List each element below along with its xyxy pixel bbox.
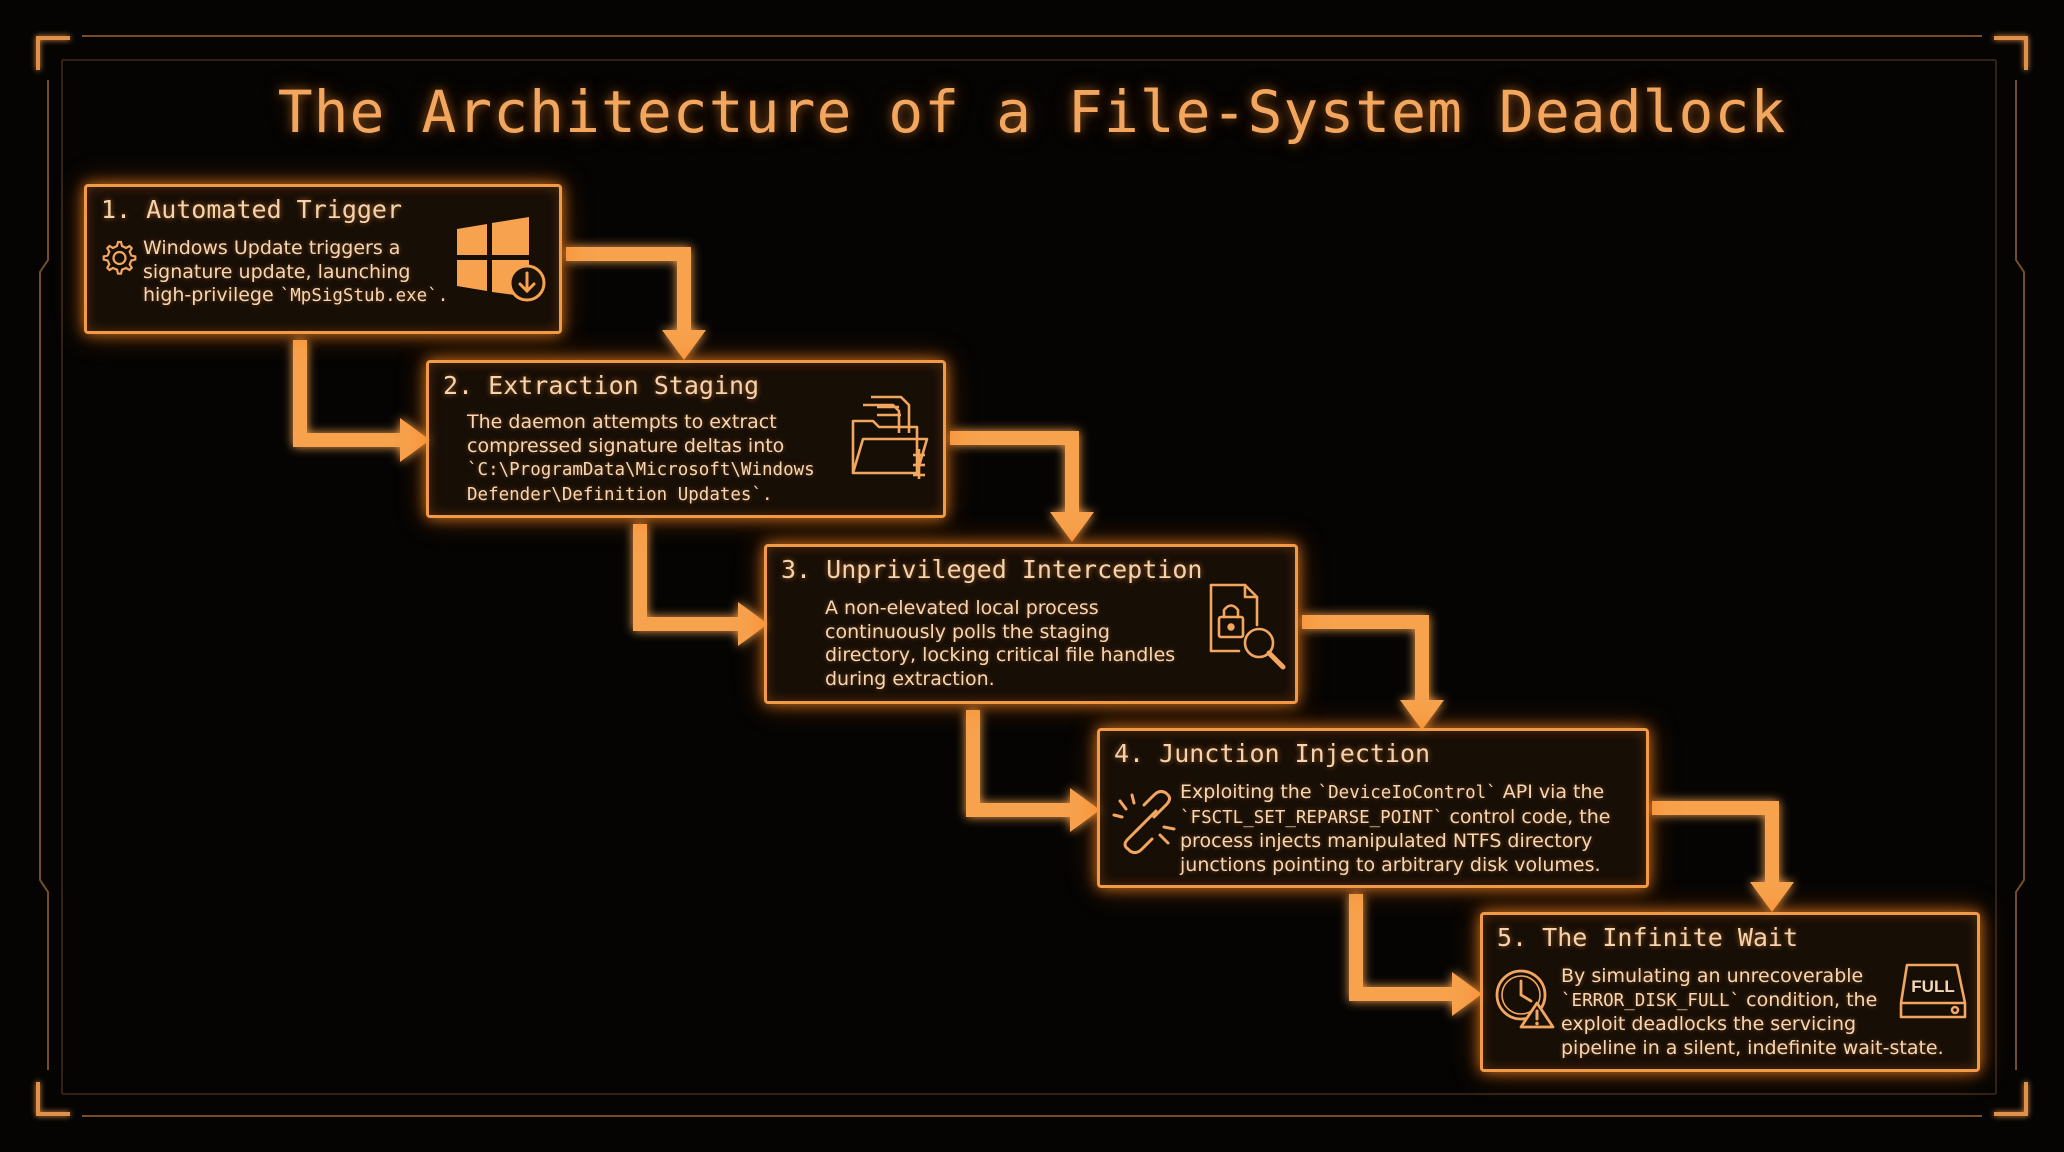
description-line: Windows Update triggers a [143,237,448,261]
step-3-box: 3. Unprivileged Interception A non-eleva… [764,544,1298,704]
arrow-2-to-3-bottom-line [633,524,738,631]
description-line: Defender\Definition Updates`. [467,483,815,508]
description-text: junctions pointing to arbitrary disk vol… [1180,853,1601,876]
description-text: exploit deadlocks the servicing [1561,1013,1857,1035]
description-line: exploit deadlocks the servicing [1561,1013,1944,1037]
description-text: compressed signature deltas into [467,434,785,457]
step-3-title: 3. Unprivileged Interception [781,555,1203,584]
description-line: signature update, launching [143,261,448,285]
description-text: The daemon attempts to extract [467,411,777,433]
description-text: A non-elevated local process [825,597,1099,619]
description-text: By simulating an unrecoverable [1561,965,1864,987]
arrow-3-to-4-bottom-head [1070,788,1100,832]
arrow-1-to-2-top-head [662,330,706,360]
arrow-2-to-3-top-head [1050,512,1094,542]
description-line: directory, locking critical file handles [825,644,1175,668]
code-text: Defender\Definition Updates`. [467,484,773,505]
step-4-description: Exploiting the `DeviceIoControl` API via… [1180,781,1610,877]
description-text: continuously polls the staging [825,620,1110,643]
description-line: Exploiting the `DeviceIoControl` API via… [1180,781,1610,806]
disk-full-label: FULL [1911,977,1954,996]
description-line: pipeline in a silent, indefinite wait-st… [1561,1037,1944,1061]
disk-full-icon: FULL [1897,961,1969,1023]
code-text: `DeviceIoControl` [1317,783,1497,803]
clock-warning-icon [1493,965,1557,1031]
gear-icon [97,237,139,279]
description-line: `C:\ProgramData\Microsoft\Windows [467,458,815,483]
arrow-3-to-4-top-line [1302,615,1429,700]
description-line: A non-elevated local process [825,597,1175,621]
arrow-3-to-4-top-head [1400,700,1444,730]
step-1-description: Windows Update triggers a signature updat… [143,237,448,309]
step-1-box: 1. Automated Trigger Windows Update trig… [84,184,562,334]
step-4-box: 4. Junction Injection Exploiting the `De… [1097,728,1649,888]
description-line: `ERROR_DISK_FULL` condition, the [1561,989,1944,1014]
broken-link-icon [1112,787,1178,855]
description-line: during extraction. [825,668,1175,692]
description-text: high-privilege [143,284,280,306]
description-text: Exploiting the [1180,781,1318,803]
step-5-title: 5. The Infinite Wait [1497,923,1799,952]
code-text: `ERROR_DISK_FULL` [1561,990,1741,1011]
description-line: process injects manipulated NTFS directo… [1180,830,1610,854]
description-line: The daemon attempts to extract [467,411,815,435]
description-text: condition, the [1740,988,1878,1011]
step-5-box: 5. The Infinite Wait By simulating an un… [1480,912,1980,1072]
code-text: `FSCTL_SET_REPARSE_POINT` [1180,807,1444,828]
arrow-4-to-5-top-line [1652,801,1779,882]
code-text: `C:\ProgramData\Microsoft\Windows [467,460,815,480]
step-5-description: By simulating an unrecoverable `ERROR_DIS… [1561,965,1944,1060]
arrow-3-to-4-bottom-line [966,710,1070,817]
description-line: `FSCTL_SET_REPARSE_POINT` control code, … [1180,806,1610,831]
locked-file-search-icon [1205,581,1289,671]
description-text: Windows Update triggers a [143,237,401,259]
step-2-title: 2. Extraction Staging [443,371,760,400]
windows-update-icon [453,215,553,311]
code-text: `MpSigStub.exe`. [279,286,449,306]
diagram-canvas: The Architecture of a File-System Deadlo… [0,0,2064,1152]
step-3-description: A non-elevated local process continuously… [825,597,1175,691]
description-text: API via the [1496,781,1605,803]
arrow-2-to-3-top-line [950,431,1079,512]
description-line: continuously polls the staging [825,621,1175,645]
step-1-title: 1. Automated Trigger [101,195,403,224]
description-text: control code, the [1443,805,1611,828]
description-line: By simulating an unrecoverable [1561,965,1944,989]
arrow-1-to-2-top-line [566,247,691,330]
step-4-title: 4. Junction Injection [1114,739,1431,768]
arrow-1-to-2-bottom-line [293,340,400,447]
description-text: process injects manipulated NTFS directo… [1180,830,1593,852]
description-line: compressed signature deltas into [467,435,815,459]
description-line: junctions pointing to arbitrary disk vol… [1180,854,1610,878]
step-2-box: 2. Extraction Staging The daemon attempt… [426,360,946,518]
arrow-4-to-5-bottom-head [1452,972,1482,1016]
folder-documents-icon [849,393,935,483]
arrow-4-to-5-top-head [1750,882,1794,912]
description-text: during extraction. [825,667,995,690]
description-text: signature update, launching [143,260,411,283]
description-text: directory, locking critical file handles [825,644,1176,666]
arrow-4-to-5-bottom-line [1349,894,1452,1001]
description-text: pipeline in a silent, indefinite wait-st… [1561,1036,1944,1059]
description-line: high-privilege `MpSigStub.exe`. [143,284,448,309]
step-2-description: The daemon attempts to extract compressed… [467,411,815,507]
